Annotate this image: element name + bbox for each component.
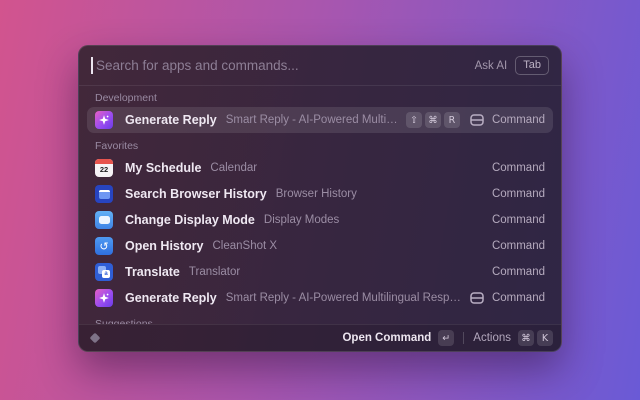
item-subtitle: Smart Reply - AI-Powered Multilingual Re… <box>226 292 464 304</box>
display-icon <box>95 211 113 229</box>
item-type-label: Command <box>492 240 545 252</box>
actions-shortcut: ⌘K <box>518 330 553 346</box>
item-subtitle: CleanShot X <box>213 240 278 252</box>
smart-reply-icon <box>95 111 113 129</box>
section-label: Favorites <box>87 137 553 155</box>
keycap: R <box>444 112 460 128</box>
list-item[interactable]: a Translate Translator Command <box>87 259 553 285</box>
keycap: ⌘ <box>425 112 441 128</box>
list-item[interactable]: Generate Reply Smart Reply - AI-Powered M… <box>87 107 553 133</box>
smart-reply-icon <box>95 289 113 307</box>
item-type-label: Command <box>492 114 545 126</box>
item-type-label: Command <box>492 292 545 304</box>
item-title: Open History <box>125 239 204 253</box>
command-window-icon <box>470 114 484 126</box>
desktop-background: { "search": { "placeholder": "Search for… <box>0 0 640 400</box>
raycast-logo-icon <box>87 330 103 346</box>
item-title: Search Browser History <box>125 187 267 201</box>
browser-icon <box>95 185 113 203</box>
translate-icon: a <box>95 263 113 281</box>
keycap: ⌘ <box>518 330 534 346</box>
list-item[interactable]: Change Display Mode Display Modes Command <box>87 207 553 233</box>
calendar-icon: 22 <box>95 159 113 177</box>
actions-button[interactable]: Actions <box>473 332 511 344</box>
item-type-label: Command <box>492 188 545 200</box>
item-type-label: Command <box>492 162 545 174</box>
list-item[interactable]: ↺ Open History CleanShot X Command <box>87 233 553 259</box>
open-command-button[interactable]: Open Command <box>342 332 431 344</box>
enter-keycap: ↵ <box>438 330 454 346</box>
tab-keycap: Tab <box>515 56 549 75</box>
item-title: Change Display Mode <box>125 213 255 227</box>
item-subtitle: Display Modes <box>264 214 339 226</box>
results-list: Development Generate Reply Smart Reply - A… <box>79 86 561 324</box>
item-title: My Schedule <box>125 161 201 175</box>
item-type-label: Command <box>492 214 545 226</box>
section-label: Development <box>87 89 553 107</box>
item-subtitle: Calendar <box>210 162 257 174</box>
list-item[interactable]: Generate Reply Smart Reply - AI-Powered M… <box>87 285 553 311</box>
shortcut-keys: ⇧⌘R <box>406 112 460 128</box>
item-title: Generate Reply <box>125 113 217 127</box>
footer-divider <box>463 332 464 344</box>
section-label: Suggestions <box>87 315 553 324</box>
launcher-window: Search for apps and commands... Ask AI T… <box>78 45 562 352</box>
history-icon: ↺ <box>95 237 113 255</box>
item-subtitle: Smart Reply - AI-Powered Multilingual Re… <box>226 114 400 126</box>
keycap: ⇧ <box>406 112 422 128</box>
item-title: Generate Reply <box>125 291 217 305</box>
command-window-icon <box>470 292 484 304</box>
item-subtitle: Translator <box>189 266 240 278</box>
item-subtitle: Browser History <box>276 188 357 200</box>
footer-bar: Open Command ↵ Actions ⌘K <box>79 324 561 351</box>
item-type-label: Command <box>492 266 545 278</box>
item-title: Translate <box>125 265 180 279</box>
search-input[interactable]: Search for apps and commands... <box>96 58 475 73</box>
ask-ai-label[interactable]: Ask AI <box>475 60 508 72</box>
list-item[interactable]: Search Browser History Browser History Com… <box>87 181 553 207</box>
text-cursor <box>91 57 93 74</box>
list-item[interactable]: 22 My Schedule Calendar Command <box>87 155 553 181</box>
keycap: K <box>537 330 553 346</box>
search-bar: Search for apps and commands... Ask AI T… <box>79 46 561 86</box>
